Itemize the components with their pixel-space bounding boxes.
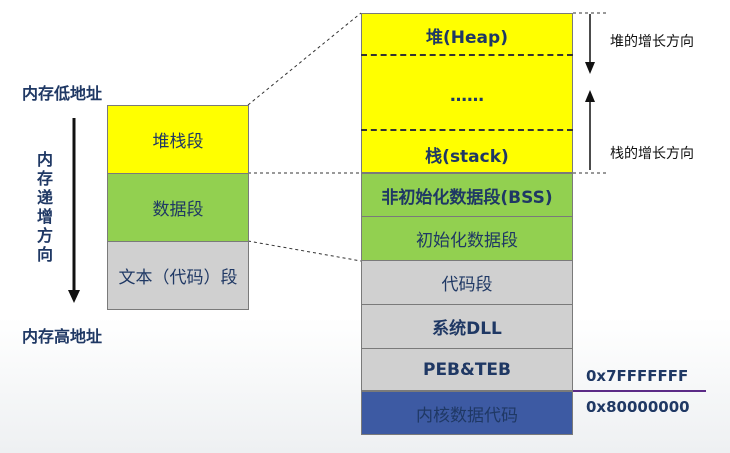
heap-dashed-divider (361, 54, 573, 56)
code-segment-label: 代码段 (441, 275, 493, 295)
bss-segment: 非初始化数据段(BSS) (361, 173, 573, 217)
kernel-space-start-address: 0x80000000 (586, 398, 690, 416)
stack-dashed-divider (361, 129, 573, 131)
kernel-segment: 内核数据代码 (361, 391, 573, 435)
system-dll-label: 系统DLL (432, 319, 502, 339)
stack-growth-label: 栈的增长方向 (610, 146, 694, 162)
kernel-segment-label: 内核数据代码 (416, 405, 518, 426)
code-segment: 代码段 (361, 260, 573, 305)
left-data-segment: 数据段 (107, 173, 249, 242)
initialized-data-label: 初始化数据段 (416, 231, 518, 251)
memory-high-address-label: 内存高地址 (22, 327, 103, 346)
user-space-end-address: 0x7FFFFFFF (586, 367, 689, 385)
left-stack-heap-label: 堆栈段 (152, 132, 204, 152)
peb-teb-segment: PEB&TEB (361, 348, 573, 391)
connector-bottom (247, 240, 362, 262)
left-code-label: 文本（代码）段 (118, 268, 238, 288)
bss-label: 非初始化数据段(BSS) (381, 187, 553, 208)
heap-growth-label: 堆的增长方向 (610, 34, 694, 50)
left-data-label: 数据段 (152, 200, 204, 220)
left-code-segment: 文本（代码）段 (107, 241, 249, 310)
peb-teb-label: PEB&TEB (422, 359, 512, 380)
memory-direction-label: 内存递增方向 (36, 150, 53, 264)
left-stack-heap-segment: 堆栈段 (107, 105, 249, 174)
memory-low-address-label: 内存低地址 (22, 84, 103, 103)
heap-label: 堆(Heap) (426, 28, 508, 48)
system-dll-segment: 系统DLL (361, 304, 573, 349)
initialized-data-segment: 初始化数据段 (361, 216, 573, 261)
stack-label: 栈(stack) (425, 147, 509, 167)
heap-stack-gap-ellipsis: …… (450, 86, 484, 106)
connector-top (247, 12, 362, 106)
